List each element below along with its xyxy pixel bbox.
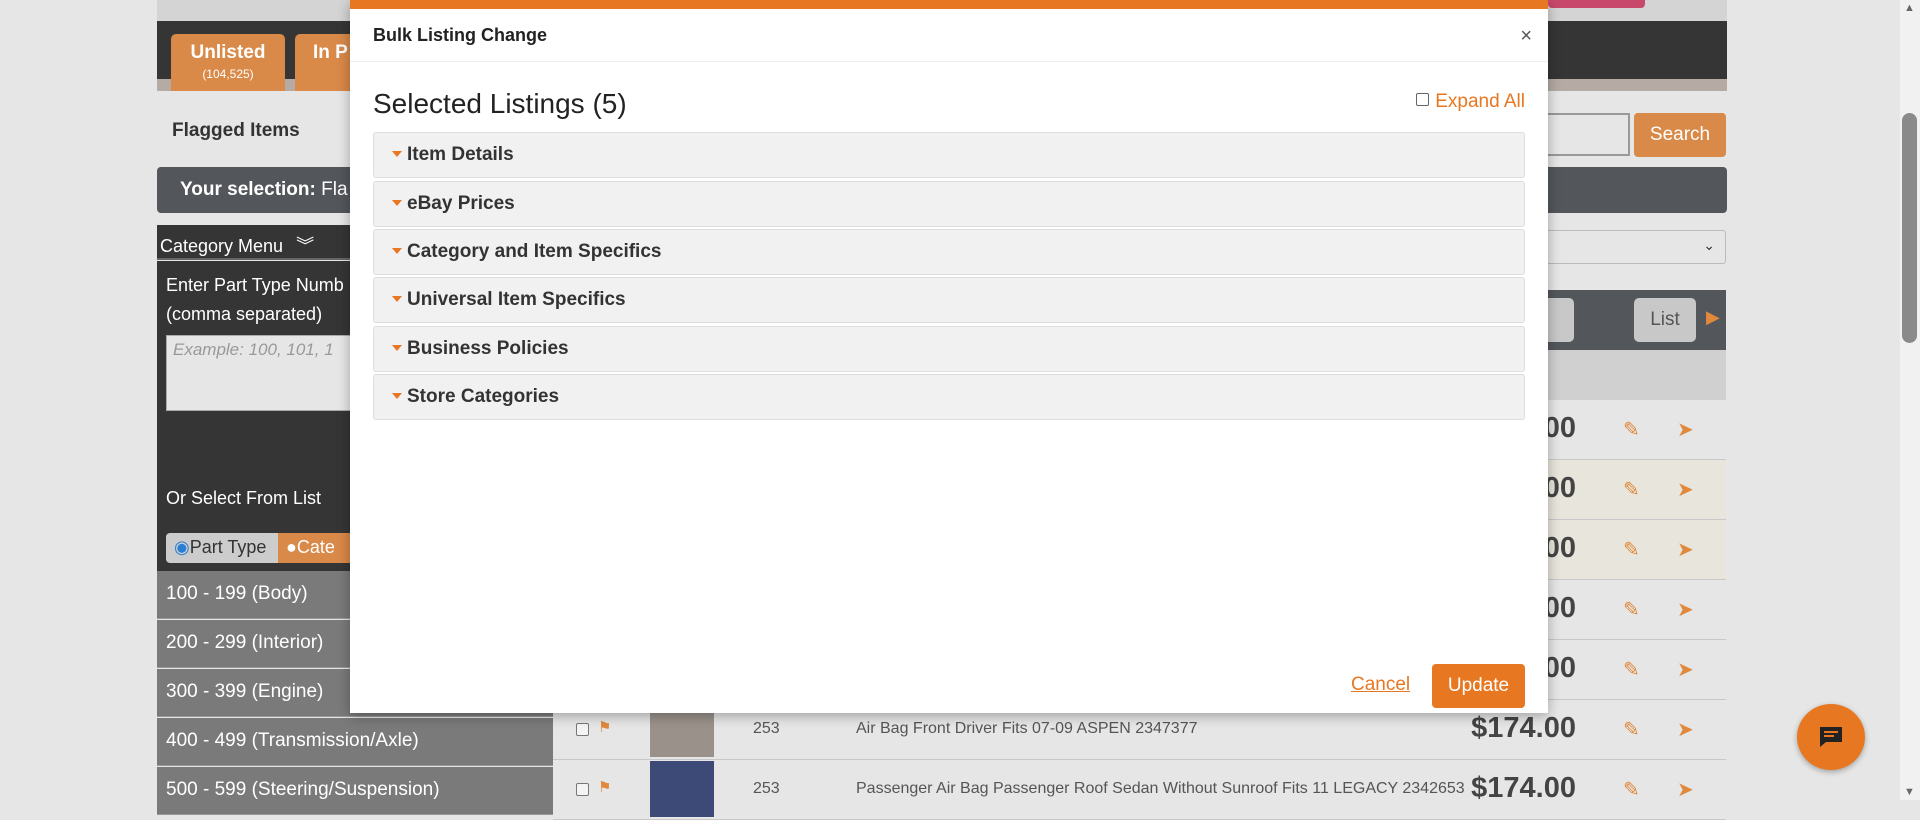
section-label: Universal Item Specifics xyxy=(407,289,626,310)
double-chevron-down-icon: ︾ xyxy=(296,236,315,256)
row-checkbox[interactable] xyxy=(576,723,589,736)
checkbox-icon xyxy=(1416,93,1430,106)
list-item[interactable]: 500 - 599 (Steering/Suspension) xyxy=(157,767,553,815)
part-type-number: 253 xyxy=(753,780,780,797)
section-business-policies[interactable]: Business Policies xyxy=(373,326,1525,372)
play-arrow-icon[interactable]: ▶ xyxy=(1706,307,1720,328)
price: $174.00 xyxy=(1471,772,1576,804)
section-label: Business Policies xyxy=(407,338,569,359)
section-label: eBay Prices xyxy=(407,193,515,214)
send-icon[interactable]: ➤ xyxy=(1677,777,1694,802)
caret-down-icon xyxy=(392,393,402,399)
section-store-categories[interactable]: Store Categories xyxy=(373,374,1525,420)
chat-icon xyxy=(1820,727,1842,747)
part-type-prompt: Enter Part Type Numb xyxy=(166,275,344,295)
send-icon[interactable]: ➤ xyxy=(1677,537,1694,562)
flagged-items-heading: Flagged Items xyxy=(172,120,300,141)
caret-down-icon xyxy=(392,296,402,302)
or-select-label: Or Select From List xyxy=(166,488,322,508)
scroll-down-icon[interactable]: ▼ xyxy=(1904,786,1915,798)
selection-value: Fla xyxy=(321,179,348,200)
section-universal-item-specifics[interactable]: Universal Item Specifics xyxy=(373,277,1525,323)
caret-down-icon xyxy=(392,345,402,351)
section-item-details[interactable]: Item Details xyxy=(373,132,1525,178)
flag-icon[interactable]: ⚑ xyxy=(598,778,611,796)
radio-category[interactable]: ●Cate xyxy=(278,533,358,563)
scrollbar-thumb[interactable] xyxy=(1902,113,1917,343)
send-icon[interactable]: ➤ xyxy=(1677,717,1694,742)
price: 00 xyxy=(1543,412,1576,444)
caret-down-icon xyxy=(392,248,402,254)
tab-label: In P xyxy=(313,42,348,63)
section-label: Store Categories xyxy=(407,386,560,407)
caret-down-icon xyxy=(392,200,402,206)
tab-label: Unlisted xyxy=(190,42,266,63)
edit-icon[interactable]: ✎ xyxy=(1623,537,1640,562)
list-item[interactable]: 400 - 499 (Transmission/Axle) xyxy=(157,718,553,766)
update-button[interactable]: Update xyxy=(1432,664,1525,708)
category-menu-label: Category Menu xyxy=(160,236,284,256)
chevron-down-icon: ⌄ xyxy=(1703,237,1715,253)
price: 00 xyxy=(1543,652,1576,684)
send-icon[interactable]: ➤ xyxy=(1677,417,1694,442)
item-title[interactable]: Passenger Air Bag Passenger Roof Sedan W… xyxy=(856,780,1465,798)
modal-header: Bulk Listing Change xyxy=(350,9,1548,62)
bulk-listing-change-modal: Bulk Listing Change × Selected Listings … xyxy=(350,0,1548,713)
radio-label: Cate xyxy=(296,537,335,557)
edit-icon[interactable]: ✎ xyxy=(1623,657,1640,682)
row-checkbox[interactable] xyxy=(576,783,589,796)
section-label: Item Details xyxy=(407,144,514,165)
item-thumbnail[interactable] xyxy=(650,761,714,817)
part-type-hint: (comma separated) xyxy=(166,304,323,324)
chat-button[interactable] xyxy=(1797,704,1865,770)
edit-icon[interactable]: ✎ xyxy=(1623,597,1640,622)
edit-icon[interactable]: ✎ xyxy=(1623,717,1640,742)
selection-label: Your selection: xyxy=(180,179,316,200)
expand-all-checkbox[interactable]: Expand All xyxy=(1416,91,1525,113)
caret-down-icon xyxy=(392,151,402,157)
price: 00 xyxy=(1543,532,1576,564)
radio-label: Part Type xyxy=(189,537,267,557)
search-button[interactable]: Search xyxy=(1634,113,1726,157)
table-row: ⚑ 253 Passenger Air Bag Passenger Roof S… xyxy=(553,760,1726,820)
edit-icon[interactable]: ✎ xyxy=(1623,777,1640,802)
pink-button[interactable] xyxy=(1548,0,1645,8)
tab-count: (104,525) xyxy=(202,67,254,81)
section-ebay-prices[interactable]: eBay Prices xyxy=(373,181,1525,227)
radio-selected-icon: ◉ xyxy=(174,537,190,557)
close-icon[interactable]: × xyxy=(1520,25,1532,48)
section-label: Category and Item Specifics xyxy=(407,241,662,262)
price: 00 xyxy=(1543,472,1576,504)
tab-unlisted[interactable]: Unlisted (104,525) xyxy=(171,34,285,91)
radio-part-type[interactable]: ◉Part Type xyxy=(166,533,278,563)
list-button[interactable]: List xyxy=(1634,298,1696,342)
section-category-item-specifics[interactable]: Category and Item Specifics xyxy=(373,229,1525,275)
price: 00 xyxy=(1543,592,1576,624)
cancel-link[interactable]: Cancel xyxy=(1351,674,1410,696)
scroll-up-icon[interactable]: ▲ xyxy=(1904,2,1915,14)
send-icon[interactable]: ➤ xyxy=(1677,477,1694,502)
modal-title: Selected Listings (5) xyxy=(373,88,627,119)
edit-icon[interactable]: ✎ xyxy=(1623,477,1640,502)
expand-all-label: Expand All xyxy=(1435,91,1525,112)
edit-icon[interactable]: ✎ xyxy=(1623,417,1640,442)
part-type-number: 253 xyxy=(753,720,780,737)
send-icon[interactable]: ➤ xyxy=(1677,597,1694,622)
flag-icon[interactable]: ⚑ xyxy=(598,718,611,736)
radio-unselected-icon: ● xyxy=(286,537,297,557)
item-title[interactable]: Air Bag Front Driver Fits 07-09 ASPEN 23… xyxy=(856,720,1198,738)
send-icon[interactable]: ➤ xyxy=(1677,657,1694,682)
price: $174.00 xyxy=(1471,712,1576,744)
